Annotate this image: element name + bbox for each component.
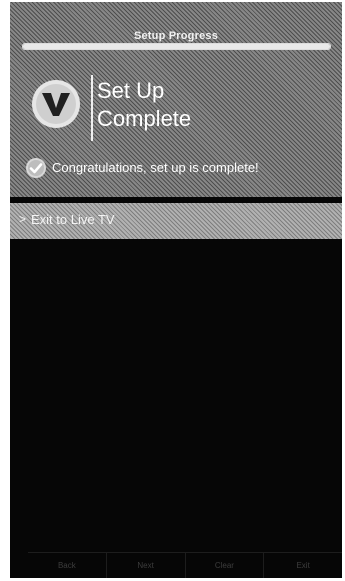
nav-back-button[interactable]: Back: [28, 553, 107, 578]
menu-item-exit-to-live-tv[interactable]: > Exit to Live TV: [10, 203, 342, 239]
setup-progress-fill: [23, 44, 330, 49]
setup-progress-label: Setup Progress: [133, 30, 219, 42]
logo-divider: [91, 75, 93, 141]
vizio-v-logo-icon: [32, 80, 80, 128]
setup-progress-bar: [22, 43, 331, 50]
status-message: Congratulations, set up is complete!: [52, 160, 259, 175]
header-panel: Setup Progress Set Up Complete Congratul…: [10, 2, 342, 197]
chevron-right-icon: >: [19, 212, 27, 226]
page-title-line1: Set Up: [97, 78, 165, 103]
nav-clear-button[interactable]: Clear: [186, 553, 265, 578]
tv-screen: Setup Progress Set Up Complete Congratul…: [10, 2, 342, 578]
checkmark-icon: [26, 158, 46, 178]
bottom-nav-bar: Back Next Clear Exit: [28, 552, 342, 578]
nav-next-button[interactable]: Next: [107, 553, 186, 578]
page-title-line2: Complete: [97, 106, 192, 131]
nav-exit-button[interactable]: Exit: [264, 553, 342, 578]
menu-item-label: Exit to Live TV: [31, 212, 115, 227]
